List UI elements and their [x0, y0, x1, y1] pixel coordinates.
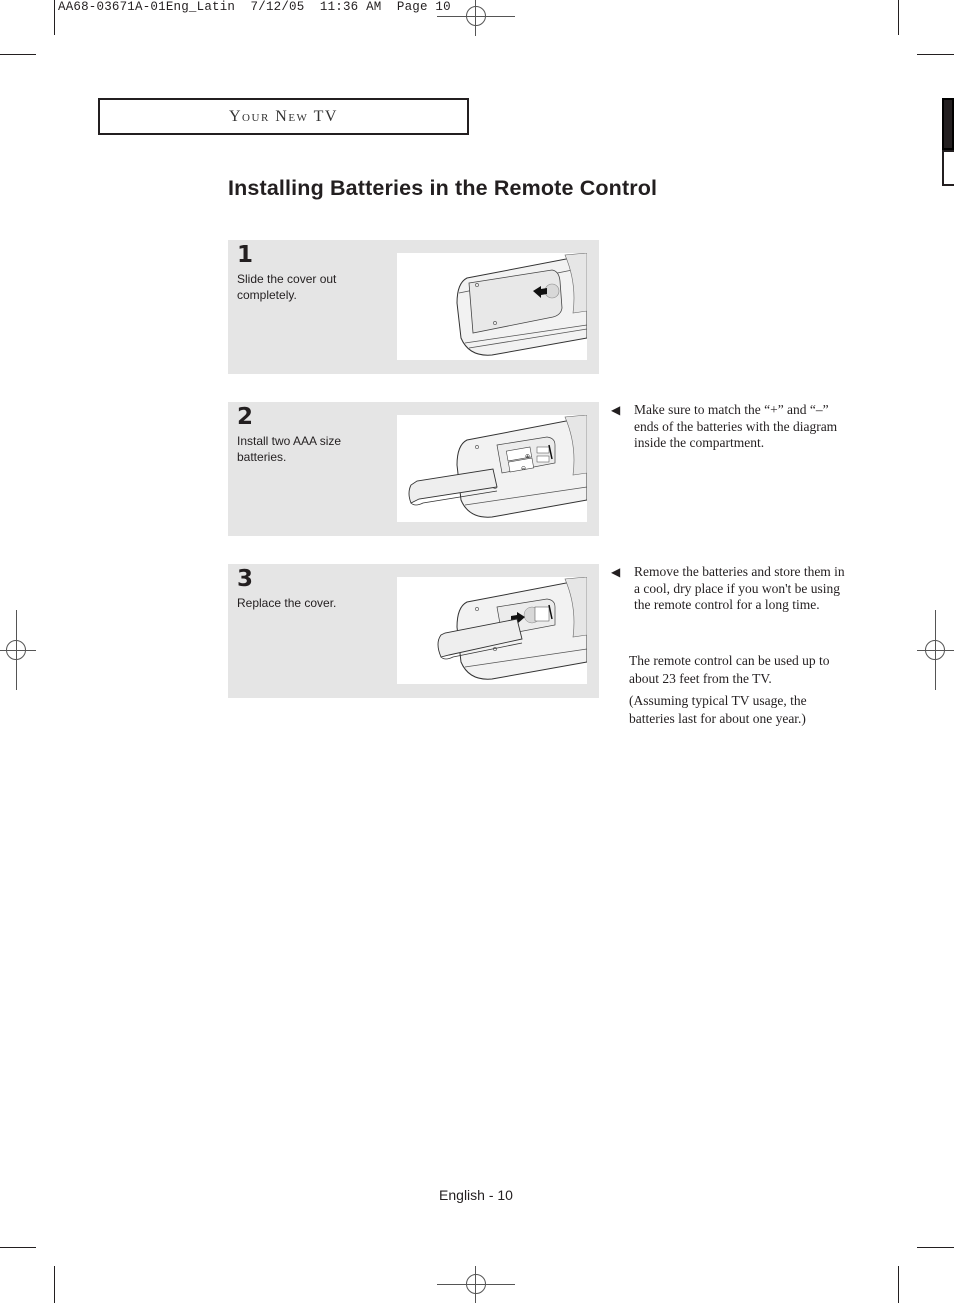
crop-mark	[54, 0, 55, 35]
svg-text:⊕: ⊕	[525, 453, 530, 460]
step-instruction: Install two AAA size batteries.	[237, 434, 342, 464]
step-number: 3	[237, 566, 254, 592]
page-title: Installing Batteries in the Remote Contr…	[228, 176, 658, 200]
note-battery-polarity: ◀ Make sure to match the “+” and “–” end…	[611, 402, 846, 452]
crop-mark	[917, 1247, 954, 1248]
step-number: 1	[237, 242, 254, 268]
chapter-tab	[942, 150, 954, 186]
chapter-tab-active	[942, 98, 954, 150]
remote-batteries-install-illustration: ⊕ ⊖	[397, 415, 587, 522]
slug-page: Page 10	[396, 0, 451, 14]
remote-cover-replace-illustration	[397, 577, 587, 684]
crop-mark	[898, 1266, 899, 1303]
svg-text:⊖: ⊖	[521, 465, 526, 472]
slug-job: AA68-03671A-01Eng_Latin	[58, 0, 236, 14]
step-instruction: Slide the cover out completely.	[237, 272, 337, 302]
crop-mark	[0, 1247, 36, 1248]
crop-mark	[54, 1266, 55, 1303]
step-panel-3: 3 Replace the cover.	[228, 564, 599, 698]
page-footer: English - 10	[0, 1187, 954, 1203]
print-slug: AA68-03671A-01Eng_Latin 7/12/05 11:36 AM…	[58, 0, 451, 14]
triangle-left-bullet-icon: ◀	[611, 403, 621, 417]
crop-mark	[917, 54, 954, 55]
step-panel-1: 1 Slide the cover out completely.	[228, 240, 599, 374]
step-number: 2	[237, 404, 254, 430]
range-paragraph: The remote control can be used up to abo…	[629, 653, 830, 686]
slug-time: 11:36 AM	[319, 0, 382, 14]
crop-mark	[0, 54, 36, 55]
step-instruction: Replace the cover.	[237, 596, 337, 610]
note-battery-storage: ◀ Remove the batteries and store them in…	[611, 564, 846, 614]
step-panel-2: 2 Install two AAA size batteries. ⊕ ⊖	[228, 402, 599, 536]
battery-life-paragraph: (Assuming typical TV usage, the batterie…	[629, 693, 807, 726]
slug-date: 7/12/05	[250, 0, 305, 14]
page-number: English - 10	[439, 1187, 513, 1203]
note-text: Make sure to match the “+” and “–” ends …	[634, 402, 838, 451]
remote-cover-slide-out-illustration	[397, 253, 587, 360]
crop-mark	[898, 0, 899, 35]
section-header-text: Your New TV	[229, 107, 338, 125]
triangle-left-bullet-icon: ◀	[611, 565, 621, 579]
note-text: Remove the batteries and store them in a…	[634, 564, 845, 613]
section-header: Your New TV	[98, 98, 469, 135]
